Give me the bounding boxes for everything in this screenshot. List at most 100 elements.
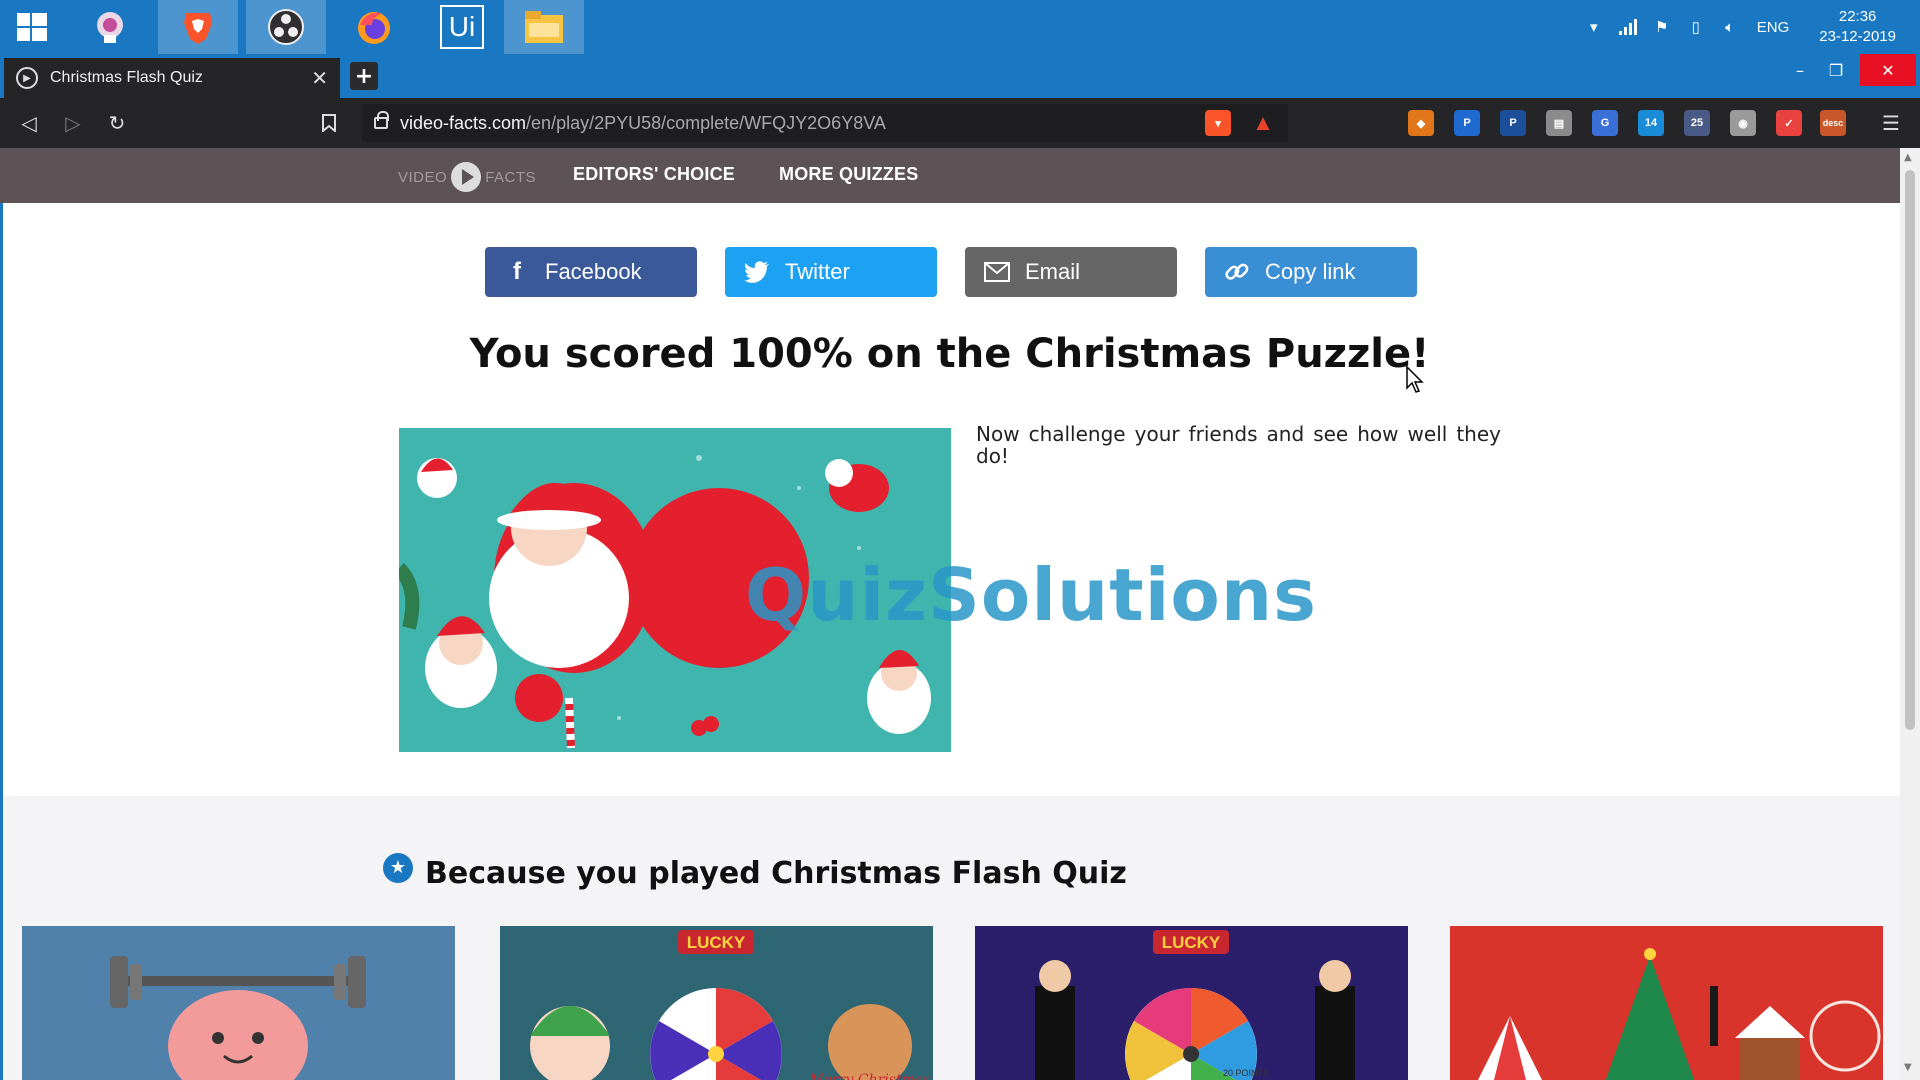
menu-icon[interactable]: ☰ (1876, 108, 1906, 138)
taskbar-app-obs[interactable] (246, 0, 326, 54)
email-label: Email (1025, 259, 1081, 284)
copy-link-button[interactable]: Copy link (1205, 247, 1417, 297)
taskbar-app-snipping[interactable] (70, 0, 150, 54)
extension-doc-icon[interactable]: ▤ (1546, 110, 1572, 136)
battery-icon[interactable]: ▯ (1679, 0, 1713, 54)
browser-toolbar: ◁ ▷ ↻ video-facts.com/en/play/2PYU58/com… (0, 98, 1920, 148)
star-icon: ★ (383, 852, 413, 883)
extension-a-icon[interactable]: 14 (1638, 110, 1664, 136)
site-navbar: VIDEO FACTS EDITORS' CHOICE MORE QUIZZES (0, 148, 1900, 203)
extension-c-icon[interactable]: ◉ (1730, 110, 1756, 136)
page-content: f Facebook Twitter Email Copy link You s… (0, 203, 1900, 1080)
facebook-share-button[interactable]: f Facebook (485, 247, 697, 297)
forward-icon[interactable]: ▷ (58, 108, 88, 138)
folder-icon (525, 11, 563, 43)
scrollbar-thumb[interactable] (1905, 170, 1915, 730)
browser-tab[interactable]: ▶ Christmas Flash Quiz ✕ (4, 58, 340, 98)
recommendations-title: Because you played Christmas Flash Quiz (425, 856, 1127, 891)
clock[interactable]: 22:36 23-12-2019 (1805, 7, 1920, 47)
envelope-icon (983, 262, 1011, 282)
flag-icon[interactable]: ⚑ (1645, 0, 1679, 54)
nav-editors-choice[interactable]: EDITORS' CHOICE (573, 164, 735, 185)
metamask-icon[interactable]: ◆ (1408, 110, 1434, 136)
clock-date: 23-12-2019 (1819, 28, 1896, 45)
card-merry-label: Merry Christmas (809, 1072, 931, 1080)
score-headline: You scored 100% on the Christmas Puzzle! (469, 331, 1430, 377)
card-points-label: 20 POINTS (1223, 1068, 1269, 1078)
twitter-bird-icon (743, 261, 771, 283)
twitter-share-button[interactable]: Twitter (725, 247, 937, 297)
site-logo[interactable]: VIDEO FACTS (398, 162, 536, 192)
taskbar-app-firefox[interactable] (334, 0, 414, 54)
brave-shields-icon[interactable]: ▾ (1205, 110, 1231, 136)
obs-icon (268, 9, 304, 45)
quizsolutions-watermark: QuizSolutions (745, 553, 1317, 637)
close-window-icon[interactable]: ✕ (1860, 54, 1916, 86)
bookmark-icon[interactable] (314, 108, 344, 138)
extension-desc-label: desc (1822, 118, 1844, 128)
play-logo-icon (451, 162, 482, 192)
pocket-icon[interactable]: ✓ (1776, 110, 1802, 136)
extension-b-icon[interactable]: 25 (1684, 110, 1710, 136)
recommendations-heading: ★ Because you played Christmas Flash Qui… (383, 852, 1127, 891)
quiz-card-brain[interactable] (22, 926, 455, 1080)
restore-icon[interactable]: ❐ (1820, 54, 1852, 86)
clock-time: 22:36 (1838, 8, 1877, 25)
brave-lion-icon (184, 13, 212, 44)
taskbar-app-uipath[interactable]: Ui (422, 0, 502, 54)
extension-b-badge: 25 (1690, 117, 1704, 129)
chevron-up-icon[interactable]: ▾ (1577, 0, 1611, 54)
quiz-card-xmas-village[interactable] (1450, 926, 1883, 1080)
minimize-icon[interactable]: – (1784, 54, 1816, 86)
tab-strip: ▶ Christmas Flash Quiz ✕ (0, 54, 1920, 98)
scroll-down-icon[interactable]: ▼ (1904, 1062, 1912, 1073)
lucky-wheel-points-illustration: LUCKY 20 POINTS (975, 926, 1408, 1080)
address-bar[interactable]: video-facts.com/en/play/2PYU58/complete/… (362, 104, 1288, 142)
quiz-card-lucky-xmas[interactable]: LUCKY Merry Christmas (500, 926, 933, 1080)
challenge-text: Now challenge your friends and see how w… (976, 422, 1501, 468)
card-lucky-label-2: LUCKY (1162, 933, 1221, 952)
scroll-up-icon[interactable]: ▲ (1904, 152, 1912, 163)
volume-icon[interactable]: 🔈︎ (1713, 0, 1747, 54)
extension-translate-icon[interactable]: G (1592, 110, 1618, 136)
uipath-icon: Ui (440, 5, 484, 49)
logo-text-right: FACTS (485, 168, 537, 186)
extension-a-badge: 14 (1644, 117, 1658, 129)
system-tray: ▾ ⚑ ▯ 🔈︎ ENG 22:36 23-12-2019 (1577, 0, 1920, 54)
nav-more-quizzes[interactable]: MORE QUIZZES (779, 164, 918, 185)
network-icon[interactable] (1611, 0, 1645, 54)
card-lucky-label: LUCKY (687, 933, 746, 952)
play-favicon-icon: ▶ (16, 67, 38, 89)
extension-desc-icon[interactable]: desc (1820, 110, 1846, 136)
back-icon[interactable]: ◁ (14, 108, 44, 138)
copy-link-label: Copy link (1265, 259, 1356, 284)
xmas-village-illustration (1450, 926, 1883, 1080)
twitter-label: Twitter (785, 259, 850, 284)
brave-rewards-icon[interactable]: ▲ (1250, 110, 1276, 136)
extension-p-icon[interactable]: P (1454, 110, 1480, 136)
url-path: /en/play/2PYU58/complete/WFQJY2O6Y8VA (526, 112, 886, 133)
new-tab-button[interactable]: + (350, 62, 378, 90)
brain-lifting-illustration (22, 926, 455, 1080)
link-icon (1223, 259, 1251, 285)
logo-text-left: VIDEO (398, 168, 448, 186)
taskbar-app-brave[interactable] (158, 0, 238, 54)
mouse-cursor-icon (1406, 366, 1424, 393)
quiz-card-lucky-points[interactable]: LUCKY 20 POINTS (975, 926, 1408, 1080)
extension-p2-icon[interactable]: P (1500, 110, 1526, 136)
language-indicator[interactable]: ENG (1747, 19, 1806, 36)
url-host: video-facts.com (400, 112, 527, 133)
taskbar-app-explorer[interactable] (504, 0, 584, 54)
firefox-icon (358, 12, 390, 44)
windows-start-button[interactable] (0, 0, 64, 54)
lock-icon (374, 111, 389, 129)
recommendations-section: ★ Because you played Christmas Flash Qui… (3, 796, 1900, 1080)
reload-icon[interactable]: ↻ (102, 108, 132, 138)
close-tab-icon[interactable]: ✕ (311, 66, 328, 91)
windows-logo-icon (17, 13, 47, 41)
scissors-app-icon (97, 12, 123, 43)
lucky-wheel-xmas-illustration: LUCKY Merry Christmas (500, 926, 933, 1080)
email-share-button[interactable]: Email (965, 247, 1177, 297)
facebook-label: Facebook (545, 259, 642, 284)
page-scrollbar[interactable]: ▲ ▼ (1900, 148, 1920, 1080)
